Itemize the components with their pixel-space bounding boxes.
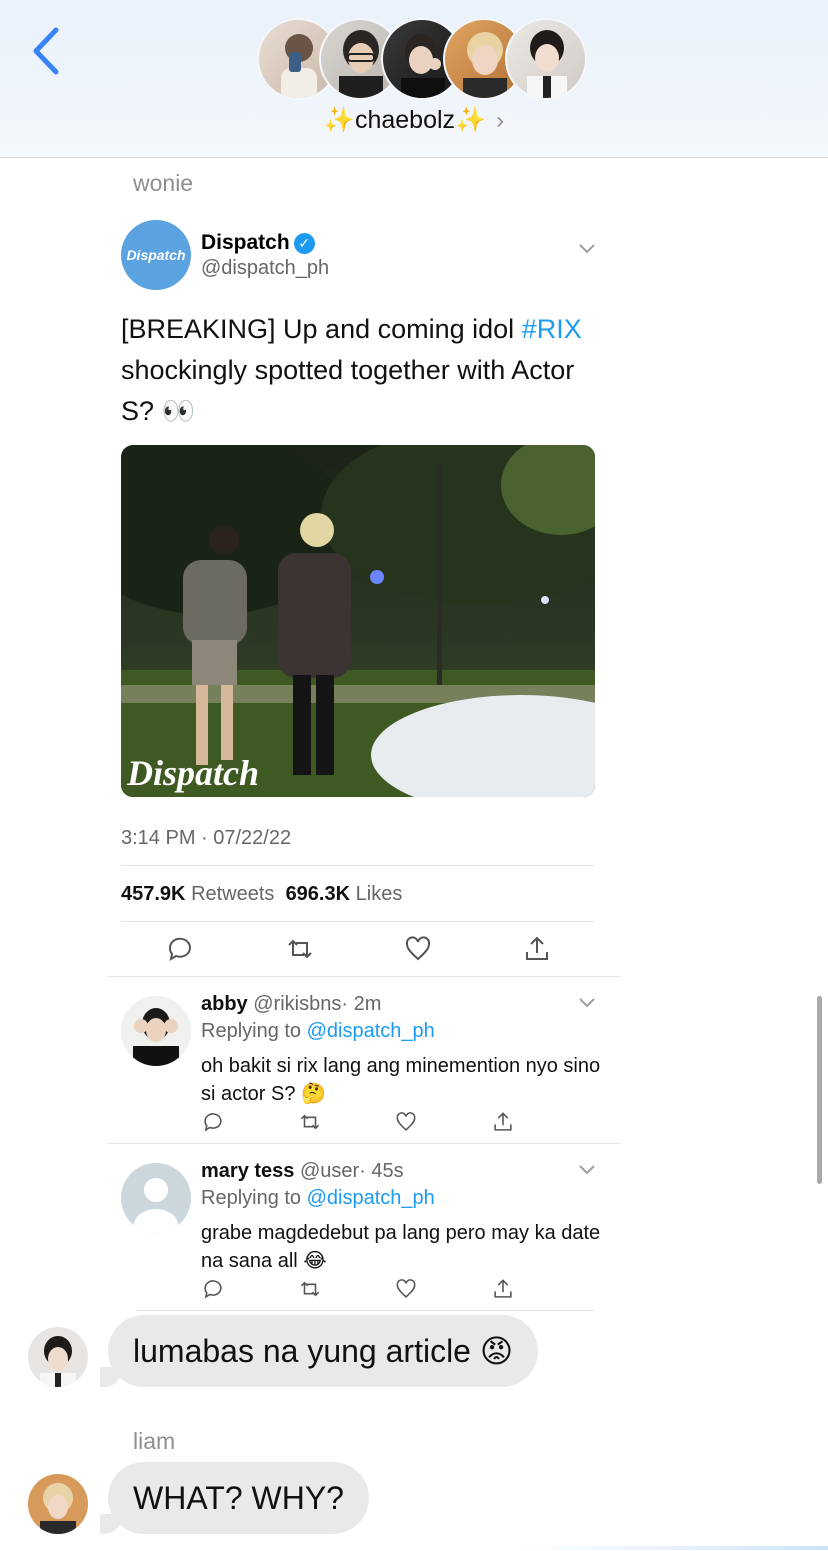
reply-text: oh bakit si rix lang ang minemention nyo… <box>201 1055 601 1105</box>
group-avatars[interactable] <box>257 18 587 100</box>
reply-time: · 2m <box>341 993 382 1015</box>
composer-edge <box>520 1546 828 1550</box>
reply-icon[interactable] <box>202 1278 224 1300</box>
reply-author-name[interactable]: mary tess <box>201 1160 294 1182</box>
tweet-text-part: shockingly spotted together with Actor S… <box>121 355 575 426</box>
tweet-author-label: Dispatch <box>201 231 290 254</box>
retweet-icon[interactable] <box>286 935 314 963</box>
reply-text: grabe magdedebut pa lang pero may ka dat… <box>201 1222 601 1272</box>
tweet-author-avatar[interactable]: Dispatch <box>121 220 191 290</box>
replying-prefix: Replying to <box>201 1020 307 1042</box>
divider <box>121 921 595 922</box>
retweet-icon[interactable] <box>299 1111 321 1133</box>
tweet-text: [BREAKING] Up and coming idol #RIX shock… <box>121 309 601 432</box>
tweet-stats: 457.9K Retweets 696.3K Likes <box>121 883 402 906</box>
message-text: WHAT? WHY? <box>133 1480 344 1516</box>
reply-icon[interactable] <box>202 1111 224 1133</box>
bubble-tail <box>100 1367 122 1387</box>
reply-avatar[interactable] <box>121 996 191 1066</box>
reply-author-handle[interactable]: @rikisbns <box>253 993 341 1015</box>
retweet-count: 457.9K <box>121 883 186 905</box>
tweet-text-part: [BREAKING] Up and coming idol <box>121 314 522 344</box>
sender-avatar[interactable] <box>28 1327 88 1387</box>
divider <box>136 1310 594 1311</box>
replying-to-link[interactable]: @dispatch_ph <box>307 1187 435 1209</box>
default-avatar-icon[interactable] <box>121 1163 191 1233</box>
like-count: 696.3K <box>285 883 351 905</box>
tweet-author-handle[interactable]: @dispatch_ph <box>201 257 329 280</box>
back-chevron-icon[interactable] <box>30 26 64 76</box>
conversation-header: ✨chaebolz✨ › <box>0 0 828 158</box>
bubble-tail <box>100 1514 122 1534</box>
group-name-button[interactable]: ✨chaebolz✨ › <box>0 106 828 135</box>
like-icon[interactable] <box>404 935 432 963</box>
share-icon[interactable] <box>523 935 551 963</box>
sender-avatar[interactable] <box>28 1474 88 1534</box>
like-icon[interactable] <box>395 1111 417 1133</box>
replying-to: Replying to @dispatch_ph <box>201 1187 435 1210</box>
message-bubble[interactable]: lumabas na yung article 😡 <box>100 1315 539 1387</box>
retweets-label: Retweets <box>191 883 275 905</box>
divider <box>121 865 595 866</box>
likes-label: Likes <box>355 883 403 905</box>
tweet-photo[interactable]: Dispatch <box>121 445 595 797</box>
hashtag-link[interactable]: #RIX <box>522 314 582 344</box>
photo-watermark: Dispatch <box>126 753 259 793</box>
chevron-right-icon: › <box>496 107 505 134</box>
reply-header: abby @rikisbns· 2m <box>201 993 381 1016</box>
replying-prefix: Replying to <box>201 1187 307 1209</box>
chevron-down-icon[interactable] <box>578 243 596 255</box>
like-icon[interactable] <box>395 1278 417 1300</box>
tweet-timestamp: 3:14 PM · 07/22/22 <box>121 827 292 849</box>
shared-tweet-image[interactable]: Dispatch Dispatch ✓ @dispatch_ph [BREAKIN… <box>108 205 620 1311</box>
member-avatar <box>505 18 587 100</box>
chevron-down-icon[interactable] <box>578 997 596 1009</box>
share-icon[interactable] <box>492 1111 514 1133</box>
scrollbar[interactable] <box>817 996 822 1184</box>
sender-name: wonie <box>133 170 194 196</box>
reply-author-name[interactable]: abby <box>201 993 248 1015</box>
tweet-author-name[interactable]: Dispatch ✓ <box>201 231 315 255</box>
message-text: lumabas na yung article 😡 <box>133 1333 514 1369</box>
reply-author-handle[interactable]: @user <box>300 1160 359 1182</box>
group-name: ✨chaebolz✨ <box>323 106 487 134</box>
message-bubble[interactable]: WHAT? WHY? <box>100 1462 369 1534</box>
reply-header: mary tess @user· 45s <box>201 1160 404 1183</box>
share-icon[interactable] <box>492 1278 514 1300</box>
divider <box>108 1143 620 1144</box>
reply-tweet[interactable]: mary tess @user· 45s Replying to @dispat… <box>108 1148 620 1308</box>
verified-badge-icon: ✓ <box>293 233 315 254</box>
reply-icon[interactable] <box>166 935 194 963</box>
sender-name: liam <box>133 1428 176 1454</box>
reply-tweet[interactable]: abby @rikisbns· 2m Replying to @dispatch… <box>108 981 620 1141</box>
chevron-down-icon[interactable] <box>578 1164 596 1176</box>
reply-time: · 45s <box>359 1160 404 1182</box>
retweet-icon[interactable] <box>299 1278 321 1300</box>
replying-to-link[interactable]: @dispatch_ph <box>307 1020 435 1042</box>
divider <box>108 976 620 977</box>
replying-to: Replying to @dispatch_ph <box>201 1020 435 1043</box>
